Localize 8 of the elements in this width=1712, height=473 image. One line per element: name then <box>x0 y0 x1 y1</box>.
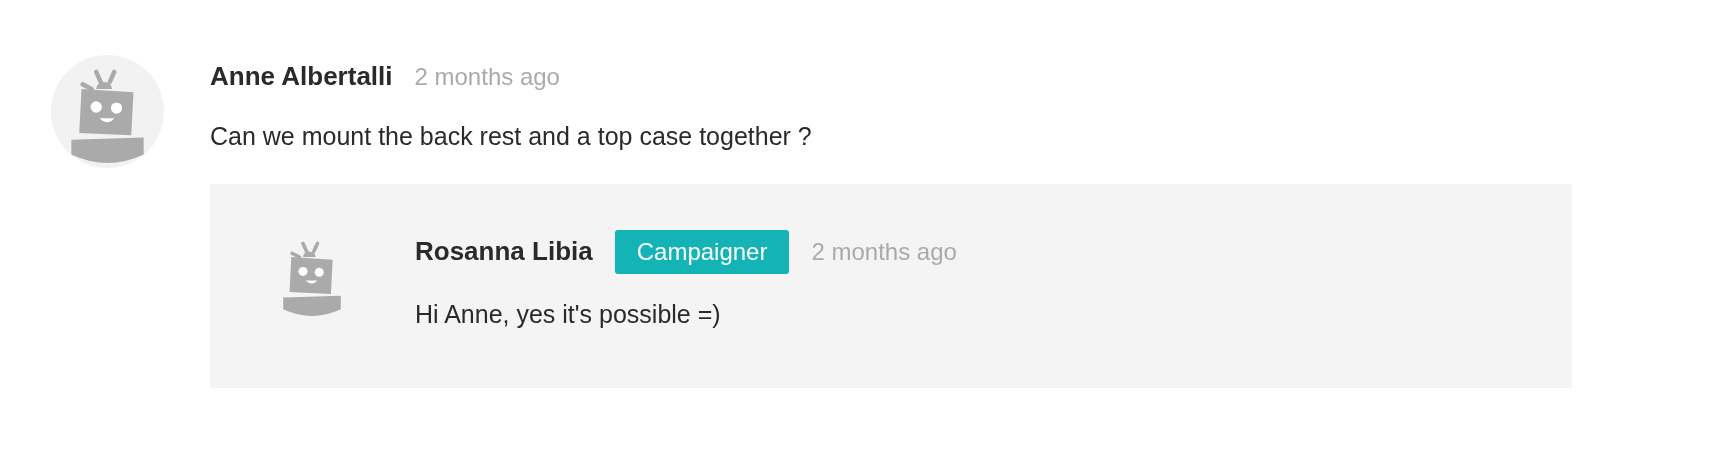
timestamp: 2 months ago <box>414 62 560 92</box>
reply-text: Hi Anne, yes it's possible =) <box>415 298 722 330</box>
comment-text: Can we mount the back rest and a top case together ? <box>210 121 813 152</box>
timestamp: 2 months ago <box>811 236 957 267</box>
role-badge: Campaigner <box>614 229 790 274</box>
author-name: Rosanna Libia <box>415 235 593 268</box>
author-name: Anne Albertalli <box>210 60 393 93</box>
robot-avatar-icon <box>51 55 164 168</box>
